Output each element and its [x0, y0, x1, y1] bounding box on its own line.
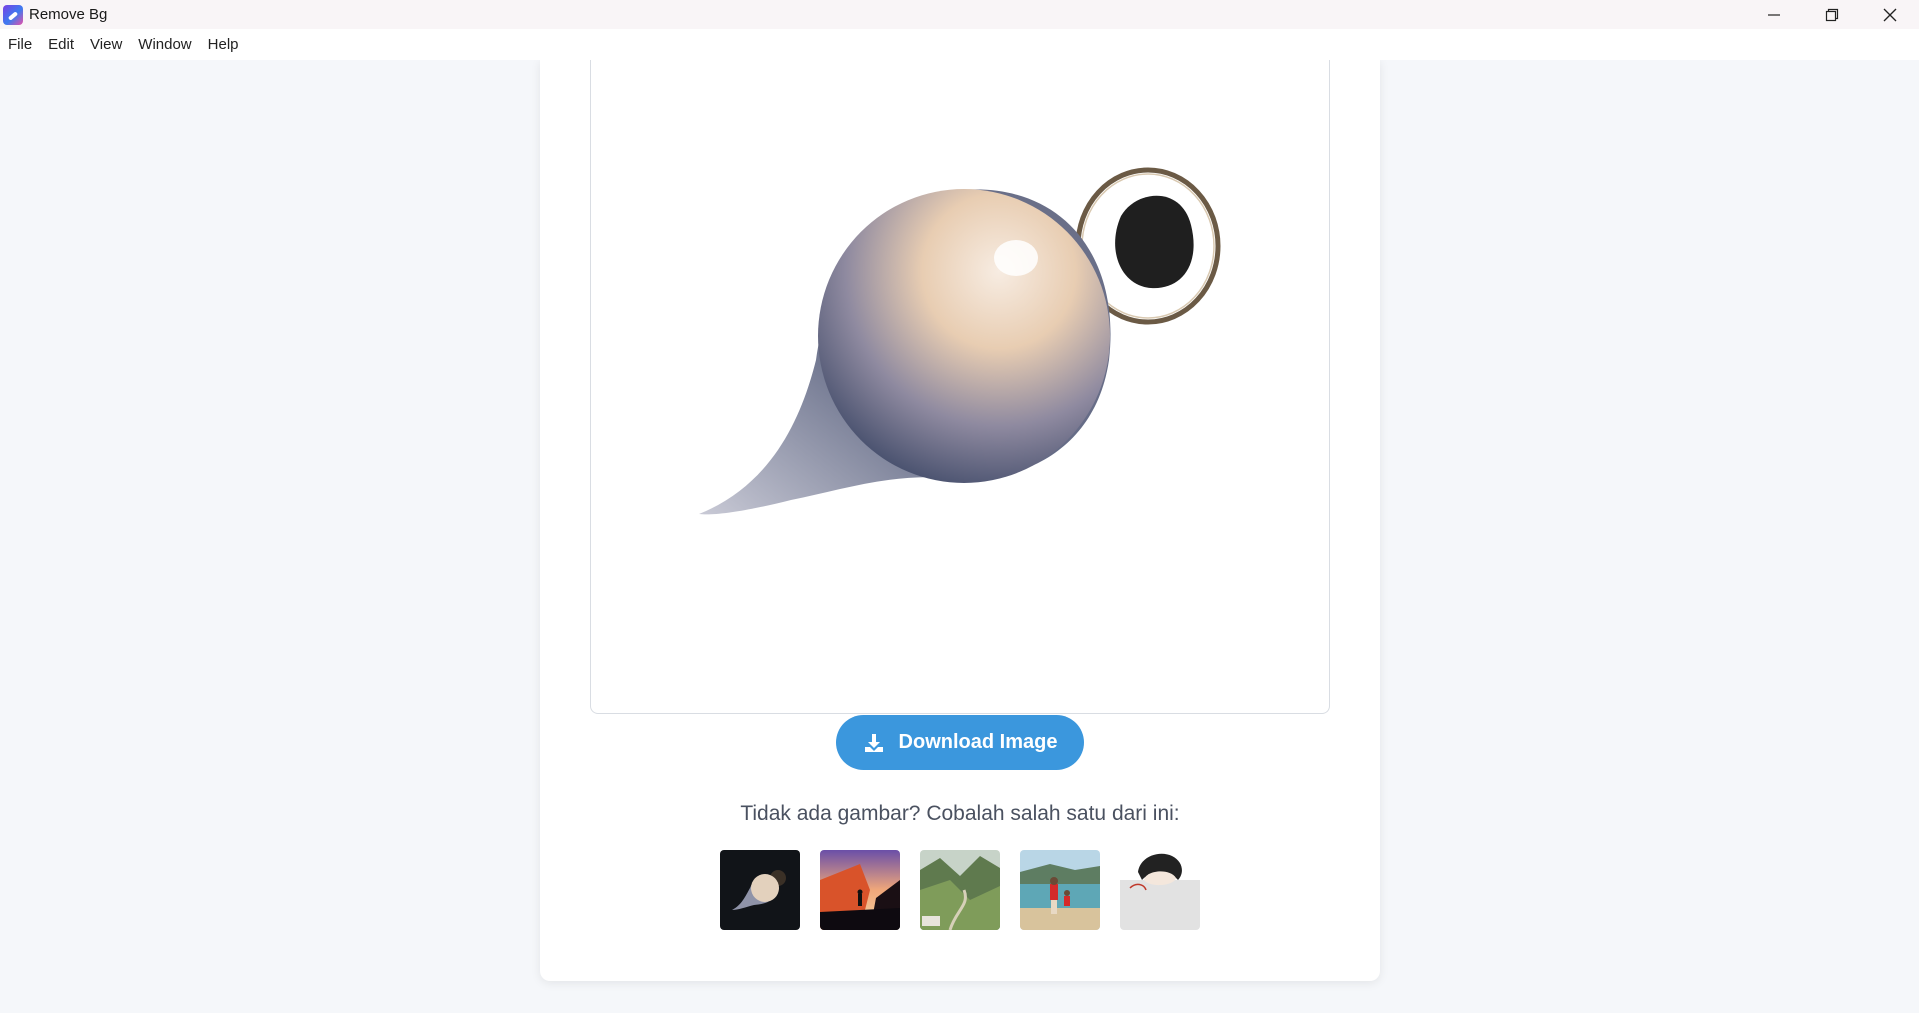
sample-canyon[interactable] — [820, 850, 900, 930]
download-image-button[interactable]: Download Image — [836, 715, 1084, 770]
sample-sketch-thumbnail — [1120, 850, 1200, 930]
close-button[interactable] — [1861, 0, 1919, 29]
restore-icon — [1825, 8, 1839, 21]
sample-ornament[interactable] — [720, 850, 800, 930]
restore-button[interactable] — [1803, 0, 1861, 29]
menu-view[interactable]: View — [82, 36, 130, 53]
sample-valley[interactable] — [920, 850, 1000, 930]
result-preview — [590, 60, 1330, 714]
close-icon — [1883, 8, 1897, 21]
minimize-icon — [1768, 13, 1780, 16]
menu-file[interactable]: File — [0, 36, 40, 53]
title-bar: Remove Bg — [0, 0, 1919, 29]
sample-valley-thumbnail — [920, 850, 1000, 930]
window-controls — [1745, 0, 1919, 29]
main-card: Download Image Tidak ada gambar? Cobalah… — [540, 60, 1380, 981]
page-content: Download Image Tidak ada gambar? Cobalah… — [0, 60, 1919, 1013]
sample-sketch[interactable] — [1120, 850, 1200, 930]
download-label: Download Image — [898, 731, 1058, 753]
menu-bar: File Edit View Window Help — [0, 29, 1919, 60]
result-image — [699, 167, 1221, 515]
app-logo-icon — [3, 4, 23, 25]
sample-ornament-thumbnail — [720, 850, 800, 930]
download-icon — [864, 733, 883, 752]
sample-images — [720, 850, 1200, 930]
menu-edit[interactable]: Edit — [40, 36, 82, 53]
menu-window[interactable]: Window — [130, 36, 199, 53]
minimize-button[interactable] — [1745, 0, 1803, 29]
sample-beach-thumbnail — [1020, 850, 1100, 930]
sample-prompt: Tidak ada gambar? Cobalah salah satu dar… — [740, 802, 1180, 825]
sample-canyon-thumbnail — [820, 850, 900, 930]
sample-beach[interactable] — [1020, 850, 1100, 930]
menu-help[interactable]: Help — [200, 36, 247, 53]
window-title: Remove Bg — [29, 6, 108, 23]
